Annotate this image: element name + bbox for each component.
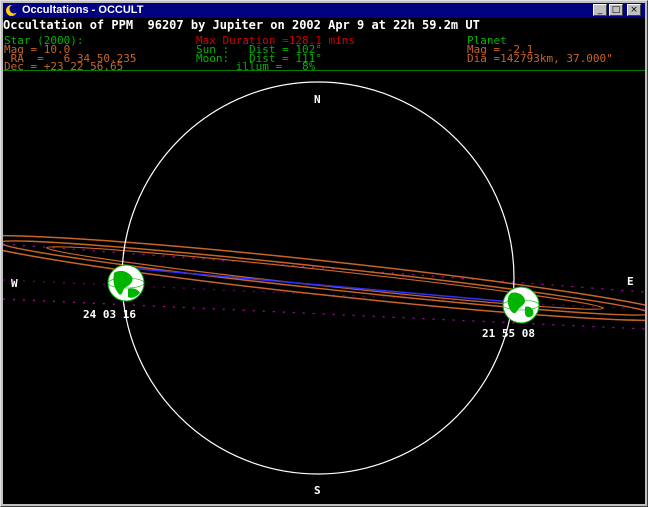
window-title: Occultations - OCCULT (22, 4, 144, 16)
compass-east-label: E (627, 275, 634, 288)
reappearance-earth-globe (502, 286, 540, 324)
occult-window: Occultations - OCCULT _ □ × Occultation … (0, 0, 648, 507)
maximize-button[interactable]: □ (609, 4, 623, 16)
plot-canvas: N S W E 24 03 16 21 55 08 (3, 81, 645, 497)
reappearance-time-label: 21 55 08 (482, 327, 535, 340)
compass-west-label: W (11, 277, 18, 290)
occultation-plot: N S W E 24 03 16 21 55 08 (3, 71, 645, 504)
close-button[interactable]: × (627, 4, 641, 16)
info-panel: Occultation of PPM 96207 by Jupiter on 2… (3, 18, 645, 72)
occultation-display: Occultation of PPM 96207 by Jupiter on 2… (3, 18, 645, 504)
compass-south-label: S (314, 484, 321, 497)
disappearance-earth-globe (107, 264, 145, 302)
minimize-button[interactable]: _ (593, 4, 607, 16)
occultation-header: Occultation of PPM 96207 by Jupiter on 2… (3, 18, 480, 32)
title-bar[interactable]: Occultations - OCCULT _ □ × (3, 3, 645, 18)
moon-app-icon (6, 4, 18, 16)
compass-north-label: N (314, 93, 321, 106)
planet-diameter: Dia =142793km, 37.000" (467, 52, 613, 65)
disappearance-time-label: 24 03 16 (83, 308, 136, 321)
